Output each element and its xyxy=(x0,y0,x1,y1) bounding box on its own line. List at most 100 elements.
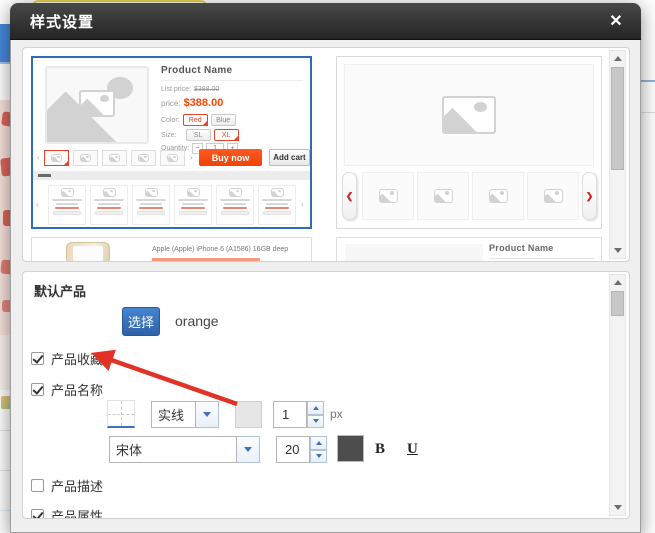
template-card-iphone[interactable]: Apple (Apple) iPhone 6 (A1586) 16GB deep xyxy=(31,237,312,262)
main-image-placeholder xyxy=(344,64,594,166)
related-product-card xyxy=(258,185,296,225)
checkbox-row-description: 产品描述 xyxy=(31,476,103,495)
color-option-blue: Blue xyxy=(211,114,236,126)
scroll-down-button[interactable] xyxy=(610,243,625,258)
dropdown-button[interactable] xyxy=(237,436,260,463)
divider xyxy=(161,80,303,81)
template-card-gallery[interactable]: ❮ ❯ xyxy=(336,56,602,229)
related-product-card xyxy=(174,185,212,225)
name-label: 产品名称 xyxy=(51,380,103,399)
scroll-up-button[interactable] xyxy=(610,51,625,66)
dropdown-button[interactable] xyxy=(196,401,219,428)
spin-up-button[interactable] xyxy=(307,401,324,415)
underline-button[interactable]: U xyxy=(407,441,418,458)
thumbnail xyxy=(131,150,156,166)
font-size-value[interactable]: 20 xyxy=(276,436,310,463)
image-icon xyxy=(442,96,496,134)
px-unit-label: px xyxy=(330,407,343,421)
related-next-icon: › xyxy=(301,200,304,209)
description-checkbox[interactable] xyxy=(31,479,44,492)
chevron-up-icon xyxy=(316,441,322,445)
gallery-thumbnail xyxy=(472,172,524,220)
gallery-thumbnail xyxy=(417,172,469,220)
border-color-swatch[interactable] xyxy=(235,401,262,428)
selected-product-value: orange xyxy=(175,313,219,329)
background-table-line-blue xyxy=(641,80,655,82)
iphone-product-photo xyxy=(66,242,110,262)
buy-now-button: Buy now xyxy=(199,149,262,166)
preview-product-name: Product Name xyxy=(161,65,232,76)
list-price-label: List price: xyxy=(161,86,191,93)
settings-scrollbar[interactable] xyxy=(609,274,626,516)
chevron-left-icon: ❮ xyxy=(346,191,354,202)
scrollbar-thumb[interactable] xyxy=(611,67,624,170)
checkbox-row-attributes: 产品属性 xyxy=(31,506,103,519)
iphone-price-line xyxy=(152,258,260,261)
font-family-value[interactable]: 宋体 xyxy=(109,436,237,463)
scrollbar-thumb[interactable] xyxy=(611,291,624,316)
border-style-value[interactable]: 实线 xyxy=(151,401,196,428)
favorite-checkbox[interactable] xyxy=(31,352,44,365)
default-product-label: 默认产品 xyxy=(34,281,86,300)
dialog-titlebar: 样式设置 ✕ xyxy=(10,3,641,40)
gallery-prev-button: ❮ xyxy=(342,172,357,220)
background-table-line xyxy=(641,112,655,113)
favorite-label: 产品收藏 xyxy=(51,349,103,368)
border-position-picker[interactable] xyxy=(107,400,135,428)
chevron-up-icon xyxy=(313,406,319,410)
spin-up-button[interactable] xyxy=(310,436,327,450)
spin-down-button[interactable] xyxy=(307,415,324,429)
size-label: Size: xyxy=(161,132,177,139)
thumb-prev-icon: ‹ xyxy=(37,153,40,162)
template-card-detail-2[interactable]: Product Name List price: $388.00 xyxy=(336,237,602,262)
price-label: price: xyxy=(161,99,181,108)
border-width-spinner: 1 xyxy=(273,401,324,428)
related-title-text xyxy=(38,174,51,177)
divider xyxy=(489,258,595,259)
image-placeholder xyxy=(345,244,483,262)
template-preview-pane: Product Name List price: $388.00 price: … xyxy=(22,47,630,262)
settings-panel: 默认产品 选择 orange 产品收藏 产品名称 实线 1 xyxy=(22,271,630,519)
related-product-card xyxy=(216,185,254,225)
chevron-down-icon xyxy=(203,412,211,417)
thumbnail xyxy=(102,150,127,166)
name-checkbox[interactable] xyxy=(31,383,44,396)
image-icon xyxy=(79,90,115,117)
scroll-up-button[interactable] xyxy=(610,275,625,290)
attributes-checkbox[interactable] xyxy=(31,509,44,519)
size-option-sl: SL xyxy=(186,129,211,141)
scroll-down-button[interactable] xyxy=(610,500,625,515)
chevron-down-icon xyxy=(316,454,322,458)
thumbnail-selected xyxy=(44,150,69,166)
iphone-title: Apple (Apple) iPhone 6 (A1586) 16GB deep xyxy=(152,246,288,253)
font-size-spinner: 20 xyxy=(276,436,327,463)
template-card-detail-selected[interactable]: Product Name List price: $388.00 price: … xyxy=(31,56,312,229)
preview-product-name: Product Name xyxy=(489,243,554,253)
related-prev-icon: ‹ xyxy=(36,200,39,209)
gallery-next-button: ❯ xyxy=(582,172,597,220)
chevron-down-icon xyxy=(313,419,319,423)
spin-down-button[interactable] xyxy=(310,450,327,464)
thumb-next-icon: › xyxy=(190,153,193,162)
related-products-header xyxy=(33,171,310,180)
border-style-select: 实线 xyxy=(151,401,219,428)
checkbox-row-name: 产品名称 xyxy=(31,380,103,399)
bold-button[interactable]: B xyxy=(375,441,385,458)
preview-scrollbar[interactable] xyxy=(609,50,626,259)
description-label: 产品描述 xyxy=(51,476,103,495)
font-color-swatch[interactable] xyxy=(337,435,364,462)
select-button[interactable]: 选择 xyxy=(122,307,160,336)
related-product-card xyxy=(90,185,128,225)
close-icon[interactable]: ✕ xyxy=(605,10,627,32)
chevron-right-icon: ❯ xyxy=(586,191,594,202)
list-price-value: $388.00 xyxy=(194,86,219,93)
dialog-title: 样式设置 xyxy=(30,11,94,32)
gallery-thumbnail xyxy=(362,172,414,220)
gallery-thumbnail xyxy=(527,172,579,220)
thumbnail xyxy=(73,150,98,166)
size-option-xl: XL xyxy=(214,129,239,141)
border-width-value[interactable]: 1 xyxy=(273,401,307,428)
style-settings-dialog: 样式设置 ✕ Product Name List price: $388.00 … xyxy=(10,3,641,533)
related-product-card xyxy=(132,185,170,225)
color-label: Color: xyxy=(161,117,180,124)
